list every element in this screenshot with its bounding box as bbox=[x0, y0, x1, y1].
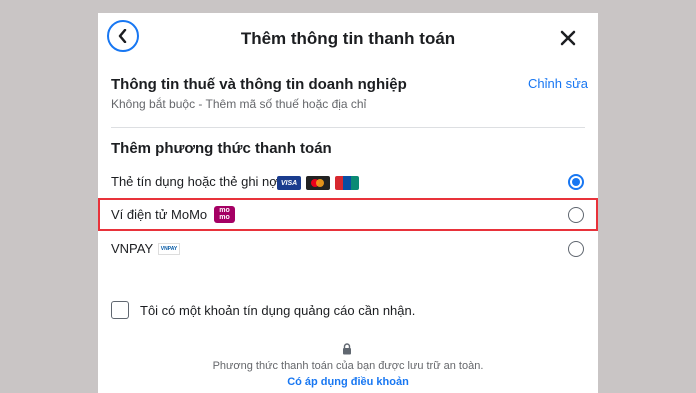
divider bbox=[111, 127, 585, 128]
tax-section-subtitle: Không bắt buộc - Thêm mã số thuế hoặc đị… bbox=[111, 97, 367, 111]
radio-card[interactable] bbox=[568, 174, 584, 190]
momo-logo: mo mo bbox=[214, 206, 235, 223]
security-note: Phương thức thanh toán của bạn được lưu … bbox=[212, 360, 484, 372]
payment-section-title: Thêm phương thức thanh toán bbox=[111, 140, 332, 157]
close-icon bbox=[560, 30, 576, 46]
edit-link[interactable]: Chỉnh sửa bbox=[528, 76, 588, 91]
ad-credit-checkbox[interactable] bbox=[111, 301, 129, 319]
payment-option-card[interactable]: Thẻ tín dụng hoặc thẻ ghi nợ VISA bbox=[98, 164, 598, 200]
unionpay-logo bbox=[335, 176, 359, 190]
card-logos: VISA bbox=[277, 176, 359, 190]
lock-icon bbox=[343, 343, 351, 355]
payment-dialog: Thêm thông tin thanh toán Thông tin thuế… bbox=[98, 13, 598, 393]
ad-credit-label: Tôi có một khoản tín dụng quảng cáo cần … bbox=[140, 303, 416, 318]
payment-option-label: Thẻ tín dụng hoặc thẻ ghi nợ bbox=[111, 174, 278, 189]
radio-vnpay[interactable] bbox=[568, 241, 584, 257]
payment-option-label: Ví điện tử MoMo bbox=[111, 207, 208, 222]
tax-section-title: Thông tin thuế và thông tin doanh nghiệp bbox=[111, 76, 407, 93]
payment-option-momo[interactable]: Ví điện tử MoMo mo mo bbox=[98, 197, 598, 233]
close-button[interactable] bbox=[560, 30, 576, 46]
vnpay-logo: VNPAY bbox=[158, 243, 180, 255]
radio-momo[interactable] bbox=[568, 207, 584, 223]
payment-option-label: VNPAY bbox=[111, 241, 154, 256]
mastercard-logo bbox=[306, 176, 330, 190]
dialog-title: Thêm thông tin thanh toán bbox=[240, 29, 456, 48]
visa-logo: VISA bbox=[277, 176, 301, 190]
terms-link[interactable]: Có áp dụng điều khoản bbox=[98, 376, 598, 388]
payment-option-vnpay[interactable]: VNPAY VNPAY bbox=[98, 231, 598, 267]
